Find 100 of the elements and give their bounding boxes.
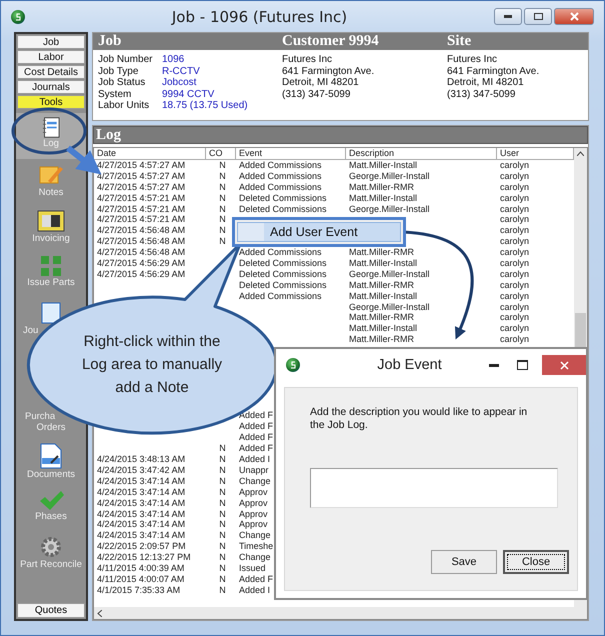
tool-label: Part Reconcile	[20, 560, 82, 570]
section-heading: Log	[96, 126, 122, 144]
table-cell: N	[219, 530, 226, 540]
section-heading: Job	[98, 33, 122, 50]
section-heading: Customer 9994	[282, 33, 380, 50]
table-cell: N	[219, 214, 226, 224]
table-cell: George.Miller-Install	[349, 170, 430, 181]
table-cell: Added Commissions	[239, 290, 322, 301]
table-cell: N	[219, 182, 226, 192]
table-cell: Added F	[239, 432, 274, 442]
tool-label: Notes	[38, 188, 64, 198]
table-cell: N	[219, 552, 226, 562]
dialog-prompt: Add the description you would like to appear in the Job Log.	[310, 406, 528, 432]
field-label: Job Type	[98, 66, 140, 77]
tool-label: Phases	[35, 512, 67, 522]
table-cell: George.Miller-Install	[349, 268, 430, 279]
table-cell: N	[219, 486, 226, 497]
section-heading: Site	[447, 33, 472, 50]
table-cell: Added I	[239, 454, 270, 464]
table-cell: carolyn	[500, 247, 530, 258]
table-cell: N	[219, 498, 226, 508]
field-value: 1096	[162, 54, 184, 66]
table-cell: Added Commissions	[239, 247, 322, 258]
table-cell: 4/27/2015 4:57:27 AM	[97, 170, 186, 181]
table-cell: Approv	[239, 486, 268, 497]
table-cell: Change	[239, 476, 271, 486]
table-cell: carolyn	[500, 160, 530, 170]
table-cell: N	[219, 236, 226, 246]
table-cell: Deleted Commissions	[239, 280, 327, 290]
dialog-title: Job Event	[376, 357, 443, 373]
site-info: 641 Farmington Ave.	[447, 66, 540, 77]
table-cell: carolyn	[500, 334, 530, 344]
table-cell: carolyn	[500, 236, 530, 246]
field-value: Jobcost	[162, 77, 196, 88]
table-cell: N	[219, 476, 226, 486]
field-label: Job Status	[98, 77, 146, 88]
table-cell: 4/27/2015 4:57:21 AM	[97, 214, 186, 224]
table-cell: carolyn	[500, 302, 530, 312]
field-value: 9994 CCTV	[162, 88, 214, 100]
tool-label: Documents	[26, 470, 76, 480]
table-cell: N	[219, 541, 226, 552]
table-cell: Deleted Commissions	[239, 258, 327, 268]
table-cell: Change	[239, 552, 271, 562]
tool-label: Invoicing	[32, 234, 70, 244]
table-cell: Matt.Miller-RMR	[349, 280, 414, 290]
table-cell: carolyn	[500, 192, 530, 203]
table-cell: carolyn	[500, 225, 530, 236]
table-cell: 4/27/2015 4:57:21 AM	[97, 192, 186, 203]
field-value: 18.75 (13.75 Used)	[162, 100, 248, 112]
table-cell: 4/27/2015 4:56:29 AM	[97, 268, 186, 279]
table-cell: Matt.Miller-Install	[349, 160, 418, 170]
table-cell: carolyn	[500, 258, 530, 268]
table-cell: N	[219, 204, 226, 214]
table-cell: Matt.Miller-RMR	[349, 334, 414, 344]
table-cell: Deleted Commissions	[239, 268, 327, 279]
table-cell: Added F	[239, 443, 274, 454]
table-cell: N	[219, 519, 226, 530]
table-cell: 4/22/2015 2:09:57 PM	[97, 541, 186, 552]
table-cell: carolyn	[500, 268, 530, 279]
table-cell: Approv	[239, 498, 268, 508]
table-cell: Added Commissions	[239, 182, 322, 192]
table-cell: N	[219, 443, 226, 454]
table-cell: carolyn	[500, 323, 530, 334]
table-cell: N	[219, 584, 226, 595]
table-cell: N	[219, 192, 226, 203]
table-cell: carolyn	[500, 204, 530, 214]
table-cell: Added Commissions	[239, 160, 322, 170]
table-cell: Timeshe	[239, 541, 274, 552]
table-cell: carolyn	[500, 214, 530, 224]
table-cell: N	[219, 464, 226, 475]
table-cell: N	[219, 170, 226, 181]
tool-label: Log	[43, 139, 59, 149]
table-cell: 4/24/2015 3:48:13 AM	[97, 454, 186, 464]
field-value: R-CCTV	[162, 66, 200, 77]
callout-text: Right-click within the Log area to manually add a Note	[80, 332, 224, 398]
tool-label: Issue Parts	[27, 278, 75, 288]
window-title: Job - 1096 (Futures Inc)	[170, 8, 348, 26]
table-cell: N	[219, 508, 226, 518]
table-cell: 4/27/2015 4:57:27 AM	[97, 182, 186, 192]
table-cell: 4/24/2015 3:47:14 AM	[97, 530, 186, 540]
table-cell: Matt.Miller-Install	[349, 192, 418, 203]
table-cell: N	[219, 574, 226, 584]
table-cell: Added I	[239, 584, 270, 595]
table-cell: N	[219, 160, 226, 170]
table-cell: 4/11/2015 4:00:39 AM	[97, 562, 184, 573]
table-cell: 4/27/2015 4:57:27 AM	[97, 160, 186, 170]
table-cell: 4/1/2015 7:35:33 AM	[97, 584, 180, 595]
table-cell: George.Miller-Install	[349, 204, 430, 214]
table-cell: 4/11/2015 4:00:07 AM	[97, 574, 184, 584]
table-cell: Matt.Miller-RMR	[349, 247, 414, 258]
field-label: Labor Units	[98, 100, 150, 112]
field-label: System	[98, 88, 132, 100]
site-info: Detroit, MI 48201	[447, 77, 525, 88]
table-cell: carolyn	[500, 182, 530, 192]
table-cell: 4/27/2015 4:56:48 AM	[97, 236, 186, 246]
table-cell: 4/24/2015 3:47:14 AM	[97, 508, 186, 518]
table-cell: Matt.Miller-Install	[349, 258, 418, 268]
site-info: Futures Inc	[447, 54, 498, 66]
table-cell: 4/27/2015 4:56:48 AM	[97, 225, 186, 236]
customer-info: Futures Inc	[282, 54, 334, 66]
